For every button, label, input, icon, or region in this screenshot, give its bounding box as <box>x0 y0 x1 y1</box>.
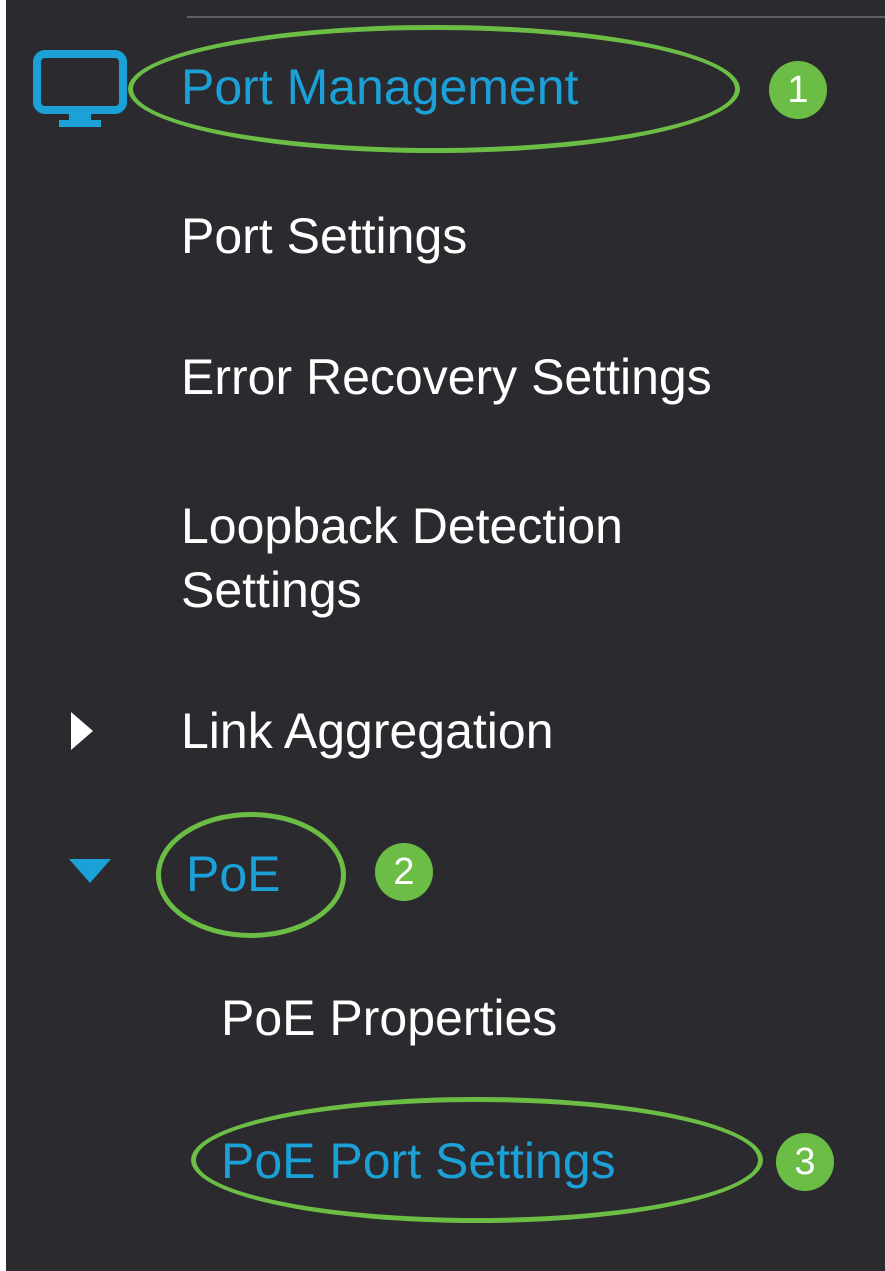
step-badge-3: 3 <box>776 1133 834 1191</box>
caret-right-icon[interactable] <box>71 712 93 750</box>
highlight-oval-poe <box>156 812 346 938</box>
nav-loopback-detection-label-line1: Loopback Detection <box>181 498 623 554</box>
monitor-icon <box>33 50 127 127</box>
nav-loopback-detection-settings[interactable]: Loopback Detection Settings <box>181 494 623 622</box>
nav-loopback-detection-label-line2: Settings <box>181 562 362 618</box>
navigation-sidebar: Port Management 1 Port Settings Error Re… <box>6 0 885 1271</box>
step-badge-2: 2 <box>375 843 433 901</box>
highlight-oval-poe-port-settings <box>191 1097 763 1223</box>
highlight-oval-port-management <box>128 25 740 153</box>
nav-port-settings[interactable]: Port Settings <box>181 207 467 265</box>
step-badge-1: 1 <box>769 61 827 119</box>
nav-poe-properties[interactable]: PoE Properties <box>221 989 557 1047</box>
top-divider <box>187 16 885 18</box>
caret-down-icon[interactable] <box>69 859 111 883</box>
nav-error-recovery-settings[interactable]: Error Recovery Settings <box>181 348 712 406</box>
nav-link-aggregation[interactable]: Link Aggregation <box>181 702 554 760</box>
